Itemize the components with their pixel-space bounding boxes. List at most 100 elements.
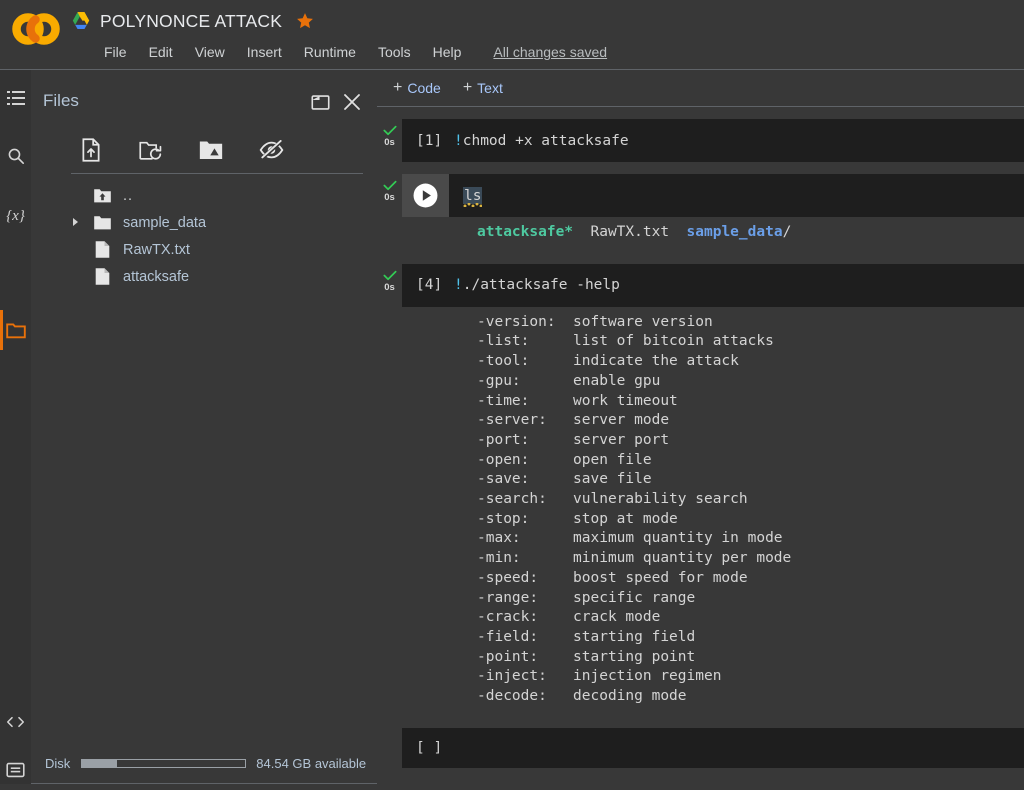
folder-icon [91, 212, 113, 234]
colab-co-logo[interactable] [8, 8, 64, 50]
output-segment: -open: open file [477, 451, 652, 468]
code-snippets-icon[interactable] [0, 702, 31, 742]
output-segment: -range: specific range [477, 589, 696, 606]
code-editor[interactable]: ls [402, 174, 1024, 217]
output-segment: sample_data [686, 224, 783, 240]
page-title[interactable]: POLYNONCE ATTACK [100, 11, 282, 32]
menu-item-insert[interactable]: Insert [247, 44, 282, 60]
list-item[interactable]: .. [31, 182, 377, 209]
chevron-right-icon[interactable] [73, 218, 78, 226]
output-line: -server: server mode [402, 411, 1024, 431]
code-editor[interactable]: [1] !chmod +x attacksafe [402, 119, 1024, 162]
refresh-folder-icon[interactable] [138, 137, 164, 163]
search-icon[interactable] [0, 136, 31, 176]
output-segment: -gpu: enable gpu [477, 372, 661, 389]
files-folder-icon[interactable] [0, 310, 31, 350]
close-icon[interactable] [338, 88, 366, 116]
folder-up-icon [91, 185, 113, 207]
code-editor[interactable]: [4] !./attacksafe -help [402, 264, 1024, 307]
code-cell-body[interactable]: ls attacksafe* RawTX.txt sample_data/ [402, 174, 1024, 252]
output-segment: -server: server mode [477, 412, 670, 429]
code-content[interactable]: !./attacksafe -help [454, 277, 620, 293]
list-item[interactable]: RawTX.txt [31, 236, 377, 263]
toggle-hidden-files-icon[interactable] [258, 137, 284, 163]
file-list: .. sample_data RawTX.txt attacksafe [31, 182, 377, 290]
files-panel: Files .. sample_data RawTX.txt attacksaf… [31, 70, 408, 784]
menu-item-view[interactable]: View [195, 44, 225, 60]
menu-item-tools[interactable]: Tools [378, 44, 411, 60]
output-segment: / [782, 224, 792, 240]
variables-icon[interactable]: {x} [0, 196, 31, 236]
output-line: -tool: indicate the attack [402, 352, 1024, 372]
cell-runtime: 0s [384, 137, 395, 148]
files-panel-title: Files [43, 91, 79, 110]
code-cell-body[interactable]: [4] !./attacksafe -help -version: softwa… [402, 263, 1024, 716]
upload-file-icon[interactable] [78, 137, 104, 163]
code-cell-body[interactable]: [ ] [402, 727, 1024, 768]
output-line: -point: starting point [402, 648, 1024, 668]
menu-item-edit[interactable]: Edit [149, 44, 173, 60]
cell-status-gutter: 0s [377, 119, 402, 148]
star-icon[interactable] [290, 12, 314, 30]
output-line: -port: server port [402, 431, 1024, 451]
code-cell[interactable]: 0s ls attacksafe* RawTX.txt sample_data/ [377, 174, 1024, 252]
output-line: -speed: boost speed for mode [402, 569, 1024, 589]
output-segment: -min: minimum quantity per mode [477, 550, 792, 567]
output-line: -stop: stop at mode [402, 510, 1024, 530]
code-cell-body[interactable]: [1] !chmod +x attacksafe [402, 119, 1024, 162]
code-line: ./attacksafe -help [462, 277, 620, 294]
menu-item-file[interactable]: File [104, 44, 127, 60]
output-segment: -point: starting point [477, 648, 696, 665]
output-line: -min: minimum quantity per mode [402, 549, 1024, 569]
list-item-label: attacksafe [123, 268, 190, 285]
add-code-cell-label: Code [407, 80, 441, 96]
output-line: -version: software version [402, 313, 1024, 333]
cell-output: attacksafe* RawTX.txt sample_data/ [402, 217, 1024, 252]
menu-bar: File Edit View Insert Runtime Tools Help… [104, 40, 607, 64]
disk-label: Disk [45, 755, 71, 771]
add-text-cell-button[interactable]: + Text [463, 80, 503, 97]
shell-bang: ! [454, 277, 463, 294]
code-cell[interactable]: 0s [1] !chmod +x attacksafe [377, 119, 1024, 162]
check-icon [382, 125, 397, 136]
check-icon [382, 270, 397, 281]
list-item[interactable]: attacksafe [31, 263, 377, 290]
shell-bang: ! [454, 132, 463, 149]
open-in-new-window-icon[interactable] [306, 88, 334, 116]
output-line: attacksafe* RawTX.txt sample_data/ [402, 223, 1024, 243]
file-icon [91, 266, 113, 288]
code-cell[interactable]: [ ] [377, 727, 1024, 768]
list-item-label: sample_data [123, 214, 207, 231]
code-line: chmod +x attacksafe [462, 132, 629, 149]
output-line: -range: specific range [402, 589, 1024, 609]
output-segment: -decode: decoding mode [477, 688, 687, 705]
files-toolbar [31, 128, 377, 172]
notebook-title-row: POLYNONCE ATTACK [70, 6, 314, 36]
output-line: -field: starting field [402, 628, 1024, 648]
output-segment: -speed: boost speed for mode [477, 569, 748, 586]
files-toolbar-divider [71, 173, 363, 174]
cell-status-gutter: 0s [377, 264, 402, 293]
table-of-contents-icon[interactable] [0, 78, 31, 118]
menu-item-help[interactable]: Help [433, 44, 462, 60]
mount-drive-icon[interactable] [198, 137, 224, 163]
menu-item-runtime[interactable]: Runtime [304, 44, 356, 60]
save-status-link[interactable]: All changes saved [493, 44, 607, 60]
output-segment: -search: vulnerability search [477, 491, 748, 508]
add-code-cell-button[interactable]: + Code [393, 80, 441, 97]
output-line: -decode: decoding mode [402, 687, 1024, 707]
files-panel-header: Files [31, 88, 377, 122]
disk-status: Disk 84.54 GB available [31, 753, 377, 773]
code-content[interactable]: !chmod +x attacksafe [454, 133, 629, 149]
terminal-icon[interactable] [0, 750, 31, 790]
output-line: -save: save file [402, 470, 1024, 490]
output-line: -time: work timeout [402, 392, 1024, 412]
list-item-label: .. [123, 187, 134, 204]
run-cell-button[interactable] [402, 174, 449, 217]
disk-usage-bar [81, 758, 247, 768]
code-content[interactable]: ls [463, 186, 483, 207]
check-icon [382, 180, 397, 191]
file-icon [91, 239, 113, 261]
list-item[interactable]: sample_data [31, 209, 377, 236]
code-cell[interactable]: 0s [4] !./attacksafe -help -version: sof… [377, 263, 1024, 716]
